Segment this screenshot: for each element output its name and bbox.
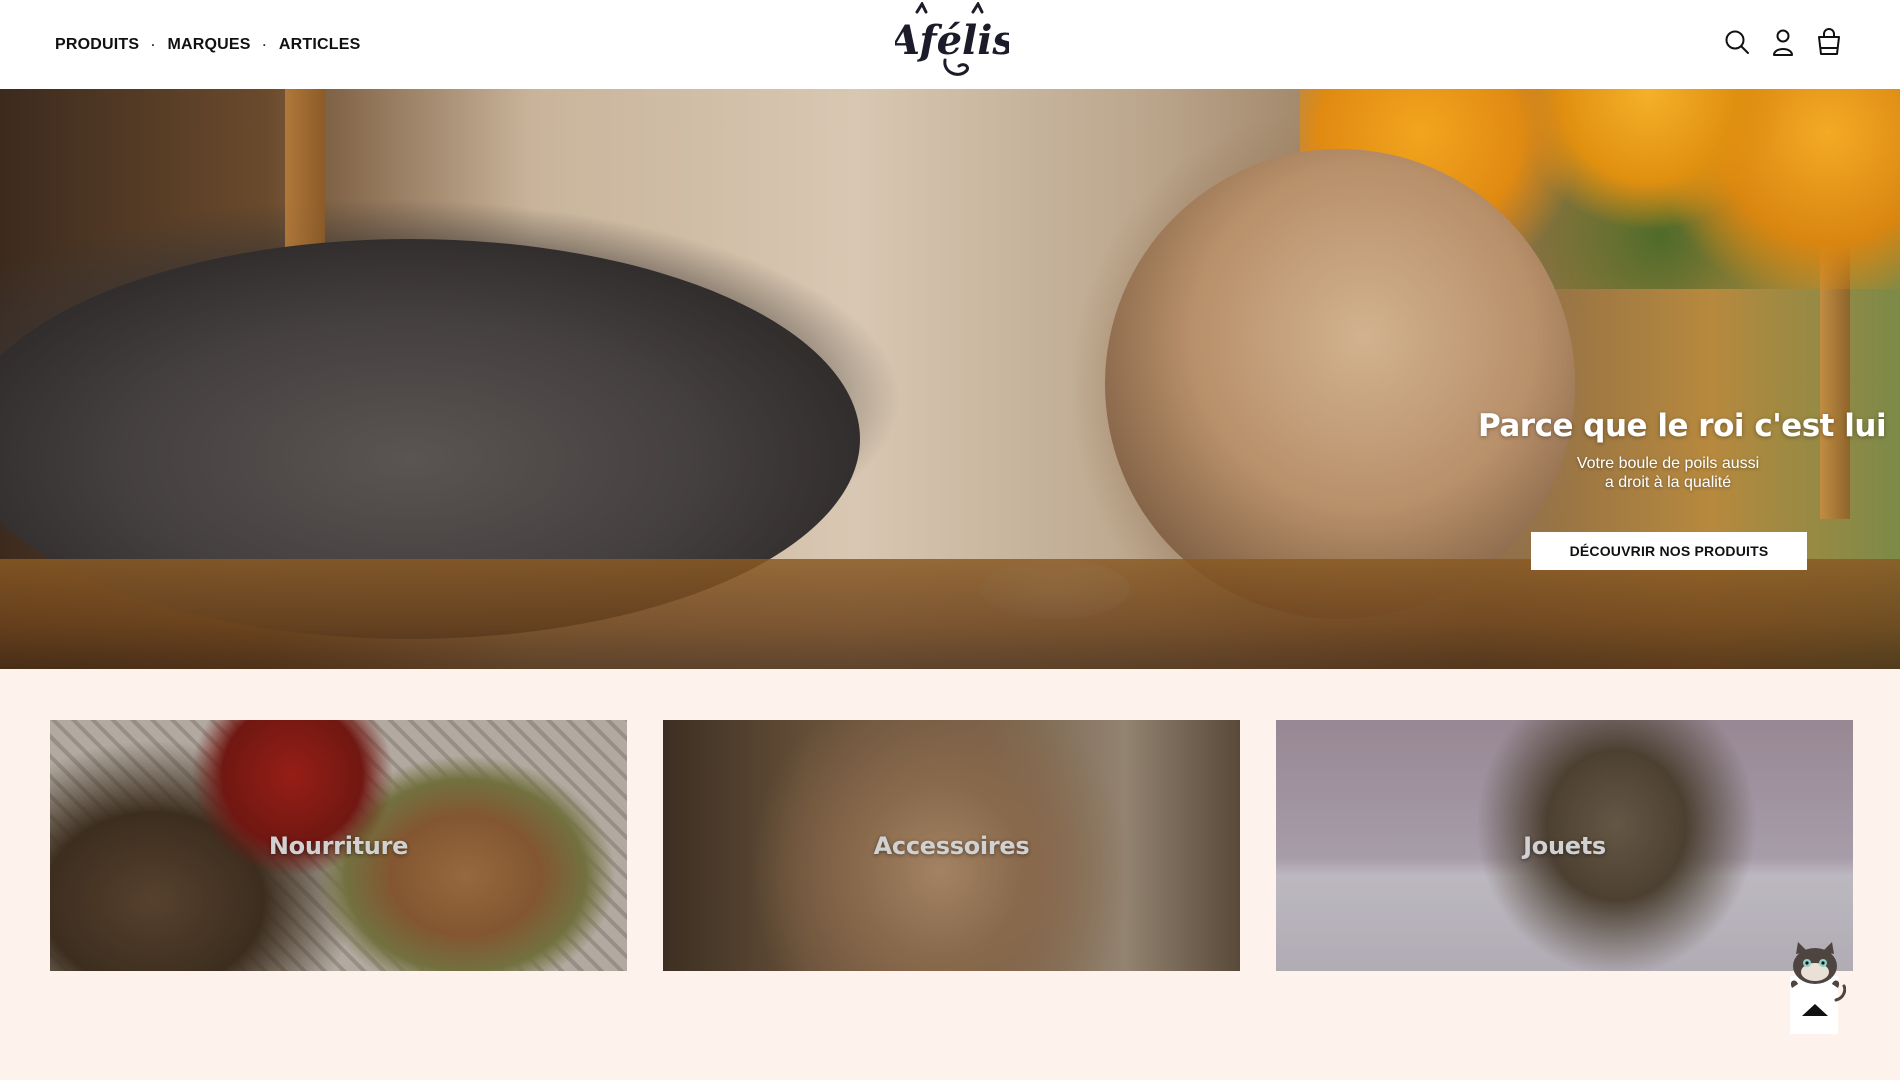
logo-graphic: Afélis	[885, 0, 1015, 76]
hero-title: Parce que le roi c'est lui	[1478, 408, 1887, 444]
cart-icon[interactable]	[1815, 26, 1843, 58]
nav-link-articles[interactable]: ARTICLES	[279, 36, 361, 54]
site-logo[interactable]: Afélis	[885, 0, 1015, 82]
hero-photo-vase	[1105, 149, 1575, 619]
header-actions	[1723, 26, 1843, 58]
hero-subtitle-line: Votre boule de poils aussi	[1576, 455, 1760, 472]
main-nav: PRODUITS · MARQUES · ARTICLES	[55, 0, 360, 89]
category-card-accessoires[interactable]: Accessoires	[663, 720, 1240, 971]
account-icon[interactable]	[1769, 26, 1797, 58]
nav-separator: ·	[262, 37, 267, 52]
category-card-nourriture[interactable]: Nourriture	[50, 720, 627, 971]
category-cards: Nourriture Accessoires Jouets	[50, 720, 1853, 971]
hero-copy: Parce que le roi c'est lui Votre boule d…	[1478, 408, 1887, 492]
category-card-jouets[interactable]: Jouets	[1276, 720, 1853, 971]
hero-photo-windowsill	[0, 559, 1900, 669]
category-label: Accessoires	[873, 831, 1030, 860]
nav-separator: ·	[151, 37, 156, 52]
hero-subtitle: Votre boule de poils aussi a droit à la …	[1478, 454, 1858, 492]
svg-text:Afélis: Afélis	[895, 17, 1009, 64]
back-to-top-cat-icon	[1790, 942, 1847, 1034]
hero-subtitle-line: a droit à la qualité	[1604, 474, 1732, 491]
back-to-top-button[interactable]	[1786, 940, 1847, 1036]
site-header: PRODUITS · MARQUES · ARTICLES Afélis	[0, 0, 1900, 89]
discover-products-button[interactable]: DÉCOUVRIR NOS PRODUITS	[1531, 532, 1807, 570]
search-icon[interactable]	[1723, 26, 1751, 58]
category-label: Jouets	[1523, 831, 1606, 860]
category-label: Nourriture	[268, 831, 409, 860]
hero-banner	[0, 89, 1900, 669]
nav-link-produits[interactable]: PRODUITS	[55, 36, 139, 54]
nav-link-marques[interactable]: MARQUES	[167, 36, 250, 54]
